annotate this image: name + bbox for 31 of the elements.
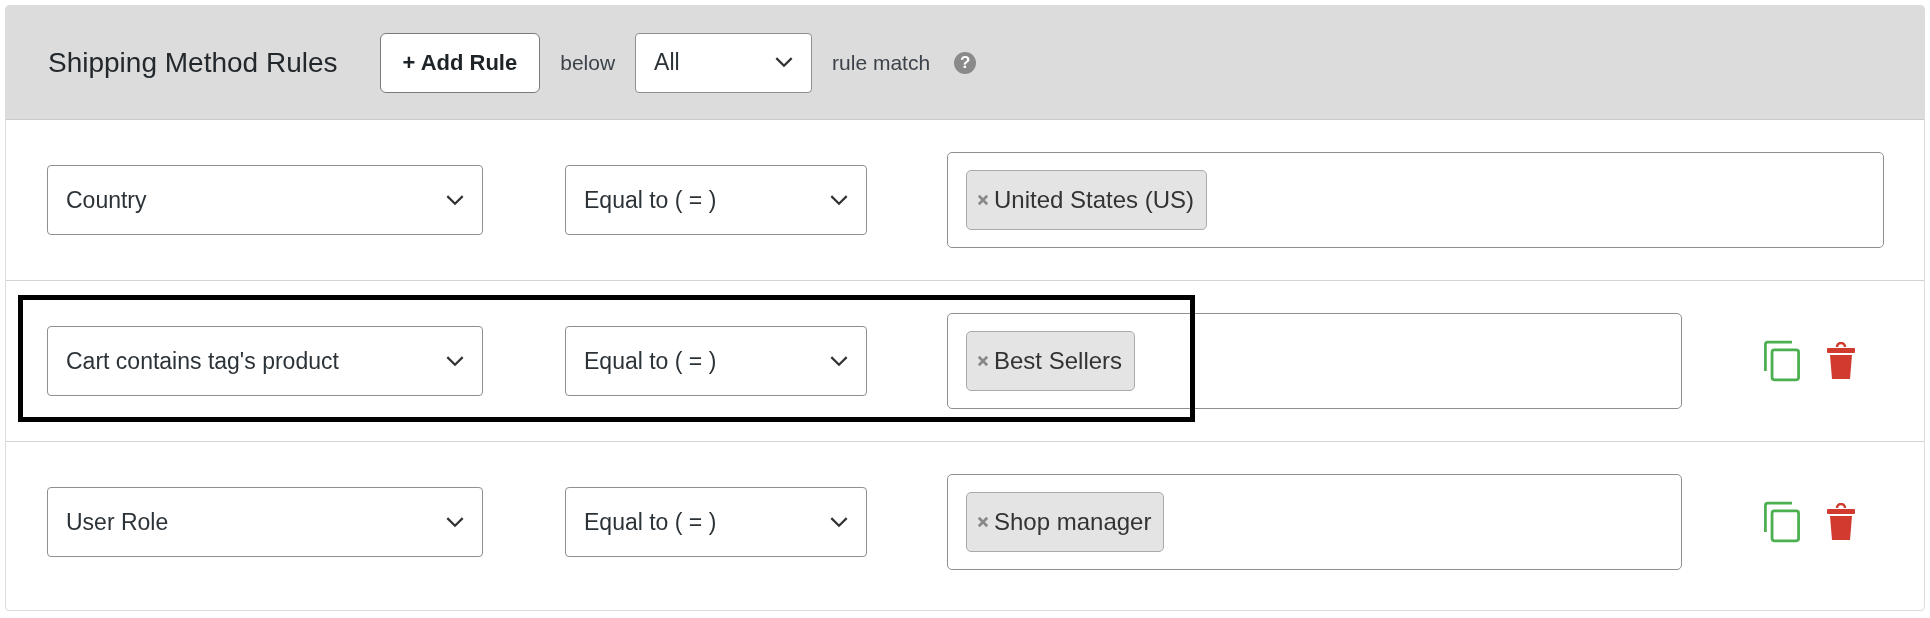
below-label: below xyxy=(560,50,616,75)
chevron-icon xyxy=(830,516,848,528)
chevron-icon xyxy=(830,355,848,367)
tag-label: Best Sellers xyxy=(994,347,1123,375)
remove-icon[interactable] xyxy=(977,194,989,206)
operator-select[interactable]: Equal to ( = ) xyxy=(565,487,867,557)
panel-title: Shipping Method Rules xyxy=(48,46,338,79)
field-select[interactable]: Country xyxy=(47,165,483,235)
trash-icon[interactable] xyxy=(1826,503,1856,541)
copy-icon[interactable] xyxy=(1762,501,1802,543)
operator-select[interactable]: Equal to ( = ) xyxy=(565,326,867,396)
field-select[interactable]: User Role xyxy=(47,487,483,557)
value-field[interactable]: United States (US) xyxy=(947,152,1884,248)
value-field[interactable]: Best Sellers xyxy=(947,313,1682,409)
add-rule-button[interactable]: + Add Rule xyxy=(379,32,541,93)
chevron-icon xyxy=(446,516,464,528)
chevron-icon xyxy=(775,57,794,68)
tag-label: Shop manager xyxy=(994,508,1152,536)
trash-icon[interactable] xyxy=(1826,342,1856,380)
chevron-icon xyxy=(830,194,848,206)
tag-label: United States (US) xyxy=(994,186,1195,214)
operator-select[interactable]: Equal to ( = ) xyxy=(565,165,867,235)
copy-icon[interactable] xyxy=(1762,340,1802,382)
chevron-icon xyxy=(446,194,464,206)
remove-icon[interactable] xyxy=(977,355,989,367)
value-field[interactable]: Shop manager xyxy=(947,474,1682,570)
chevron-icon xyxy=(446,355,464,367)
rule-match-label: rule match xyxy=(832,50,931,75)
field-select[interactable]: Cart contains tag's product xyxy=(47,326,483,396)
remove-icon[interactable] xyxy=(977,516,989,528)
match-select[interactable]: All xyxy=(635,32,813,93)
